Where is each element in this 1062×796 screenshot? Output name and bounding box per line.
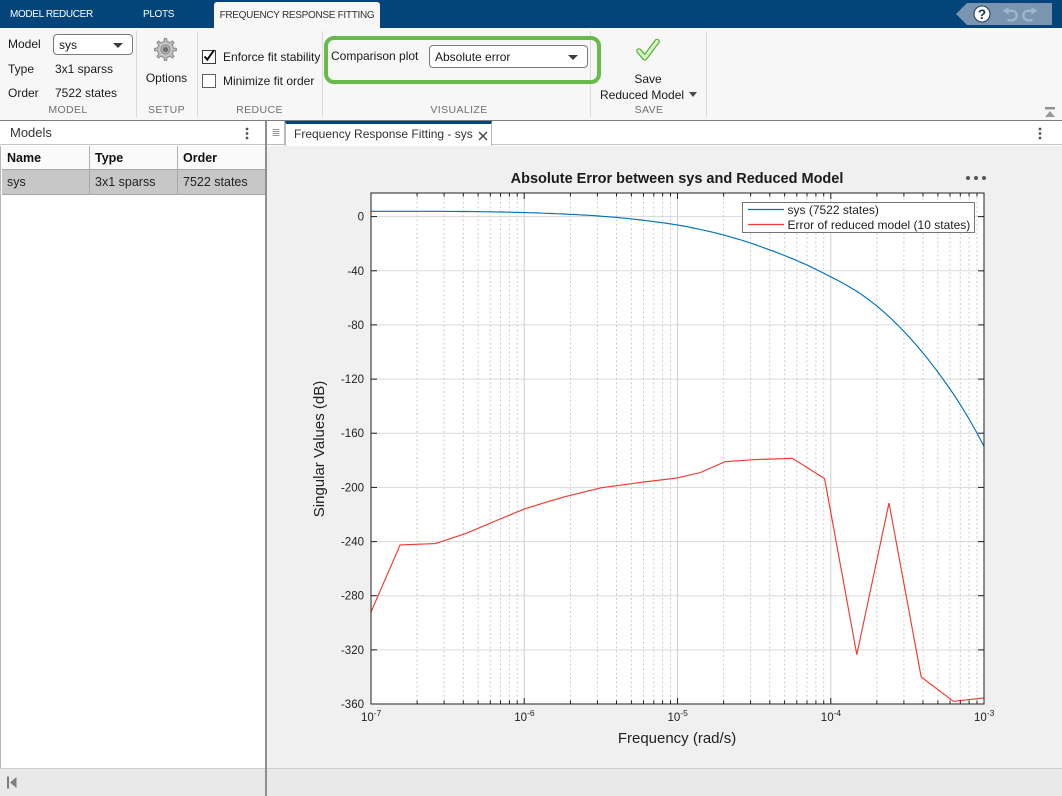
svg-text:Error of reduced model (10 sta: Error of reduced model (10 states) [788,218,971,232]
svg-text:10-6: 10-6 [514,708,535,724]
svg-text:-40: -40 [347,266,364,278]
svg-text:-320: -320 [341,645,364,657]
svg-text:Frequency (rad/s): Frequency (rad/s) [618,730,736,747]
svg-text:10-3: 10-3 [974,708,995,724]
svg-text:10-5: 10-5 [668,708,689,724]
svg-text:-200: -200 [341,482,364,494]
svg-text:Absolute Error between sys and: Absolute Error between sys and Reduced M… [511,171,844,187]
svg-text:0: 0 [358,212,364,224]
svg-text:10-4: 10-4 [821,708,842,724]
svg-text:-160: -160 [341,428,364,440]
svg-text:-240: -240 [341,537,364,549]
svg-text:Singular Values (dB): Singular Values (dB) [311,381,328,517]
svg-text:-360: -360 [341,699,364,711]
svg-text:sys (7522 states): sys (7522 states) [788,203,879,217]
svg-text:-280: -280 [341,591,364,603]
svg-text:-120: -120 [341,374,364,386]
svg-text:?: ? [978,7,986,22]
svg-text:-80: -80 [347,320,364,332]
svg-text:10-7: 10-7 [361,708,382,724]
